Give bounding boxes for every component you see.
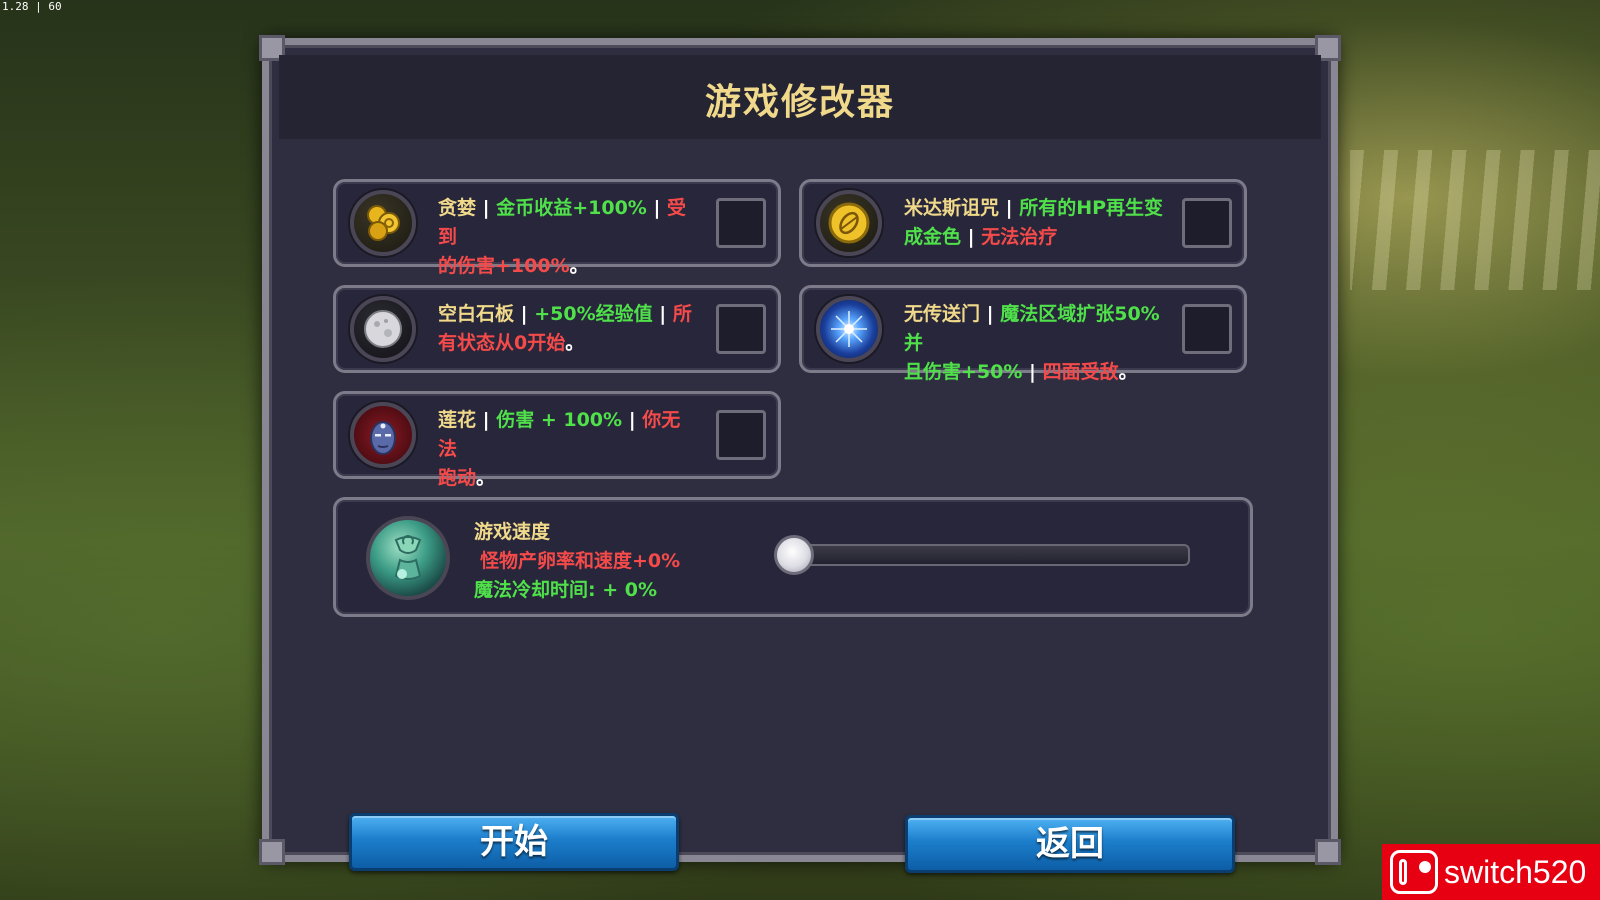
corner-ornament — [1315, 839, 1341, 865]
modifier-description: 莲花 | 伤害 + 100% | 你无法 跑动。 — [438, 406, 698, 493]
start-button[interactable]: 开始 — [349, 813, 679, 871]
modifier-description: 无传送门 | 魔法区域扩张50%并 且伤害+50% | 四面受敌。 — [904, 300, 1164, 387]
modifier-checkbox-greed[interactable] — [716, 198, 766, 248]
game-speed-panel: 游戏速度 怪物产卵率和速度+0% 魔法冷却时间: + 0% — [333, 497, 1253, 617]
modifier-penalty: 跑动 — [438, 467, 477, 489]
modifier-benefit: 伤害 + 100% — [496, 409, 623, 431]
modifier-name: 贪婪 — [438, 197, 477, 219]
game-speed-slider-track[interactable] — [776, 544, 1190, 566]
modifier-name: 莲花 — [438, 409, 477, 431]
modifier-penalty: 的伤害+100% — [438, 255, 570, 277]
modifier-checkbox-no-portals[interactable] — [1182, 304, 1232, 354]
cooldown-text: 魔法冷却时间: + 0% — [474, 579, 658, 601]
dialog-title: 游戏修改器 — [704, 82, 895, 123]
game-speed-text: 游戏速度 怪物产卵率和速度+0% 魔法冷却时间: + 0% — [474, 518, 680, 605]
watermark: switch520 — [1382, 844, 1600, 900]
modifier-description: 米达斯诅咒 | 所有的HP再生变 成金色 | 无法治疗 — [904, 194, 1164, 252]
modifier-benefit: 金币收益+100% — [496, 197, 647, 219]
midas-coin-icon — [816, 190, 882, 256]
modifier-period: 。 — [476, 467, 496, 489]
modifier-penalty: 无法治疗 — [981, 226, 1058, 248]
separator: | — [659, 303, 667, 325]
background-forest-light — [1350, 150, 1600, 290]
modifier-checkbox-lotus[interactable] — [716, 410, 766, 460]
separator: | — [986, 303, 994, 325]
modifier-benefit: 成金色 — [904, 226, 962, 248]
modifier-midas-curse[interactable]: 米达斯诅咒 | 所有的HP再生变 成金色 | 无法治疗 — [799, 179, 1247, 267]
modifier-dialog: 游戏修改器 贪婪 | 金币收益+100% | 受到 的伤害+100%。 米达斯诅… — [259, 35, 1341, 873]
modifier-no-portals[interactable]: 无传送门 | 魔法区域扩张50%并 且伤害+50% | 四面受敌。 — [799, 285, 1247, 383]
separator: | — [1005, 197, 1013, 219]
modifier-penalty: 有状态从0开始 — [438, 332, 566, 354]
back-button[interactable]: 返回 — [905, 815, 1235, 873]
modifier-benefit: 且伤害+50% — [904, 361, 1023, 383]
separator: | — [520, 303, 528, 325]
modifier-lotus[interactable]: 莲花 | 伤害 + 100% | 你无法 跑动。 — [333, 391, 781, 489]
separator: | — [967, 226, 975, 248]
corner-ornament — [259, 839, 285, 865]
modifier-period: 。 — [565, 332, 585, 354]
modifier-blank-slate[interactable]: 空白石板 | +50%经验值 | 所 有状态从0开始。 — [333, 285, 781, 373]
game-speed-slider-handle[interactable] — [774, 535, 814, 575]
game-speed-label: 游戏速度 — [474, 521, 551, 543]
modifier-checkbox-midas-curse[interactable] — [1182, 198, 1232, 248]
hourglass-icon — [366, 516, 450, 600]
blank-slate-icon — [350, 296, 416, 362]
modifier-checkbox-blank-slate[interactable] — [716, 304, 766, 354]
spawn-rate-text: 怪物产卵率和速度+0% — [480, 550, 681, 572]
modifier-greed[interactable]: 贪婪 | 金币收益+100% | 受到 的伤害+100%。 — [333, 179, 781, 277]
modifier-description: 空白石板 | +50%经验值 | 所 有状态从0开始。 — [438, 300, 698, 358]
modifier-name: 米达斯诅咒 — [904, 197, 1000, 219]
modifier-benefit: +50%经验值 — [534, 303, 653, 325]
separator: | — [653, 197, 661, 219]
modifier-benefit: 所有的HP再生变 — [1019, 197, 1164, 219]
switch-logo-icon — [1390, 850, 1438, 894]
modifier-period: 。 — [1118, 361, 1138, 383]
gold-coins-icon — [350, 190, 416, 256]
modifier-penalty: 四面受敌 — [1042, 361, 1119, 383]
fps-counter: 1.28 | 60 — [2, 0, 62, 13]
separator: | — [628, 409, 636, 431]
modifier-name: 空白石板 — [438, 303, 515, 325]
separator: | — [482, 409, 490, 431]
modifier-period: 。 — [569, 255, 589, 277]
watermark-text: switch520 — [1444, 853, 1587, 890]
separator: | — [482, 197, 490, 219]
separator: | — [1029, 361, 1036, 383]
modifier-penalty: 所 — [672, 303, 692, 325]
modifier-name: 无传送门 — [904, 303, 981, 325]
portal-icon — [816, 296, 882, 362]
modifier-description: 贪婪 | 金币收益+100% | 受到 的伤害+100%。 — [438, 194, 698, 281]
lotus-face-icon — [350, 402, 416, 468]
dialog-header: 游戏修改器 — [279, 55, 1321, 139]
